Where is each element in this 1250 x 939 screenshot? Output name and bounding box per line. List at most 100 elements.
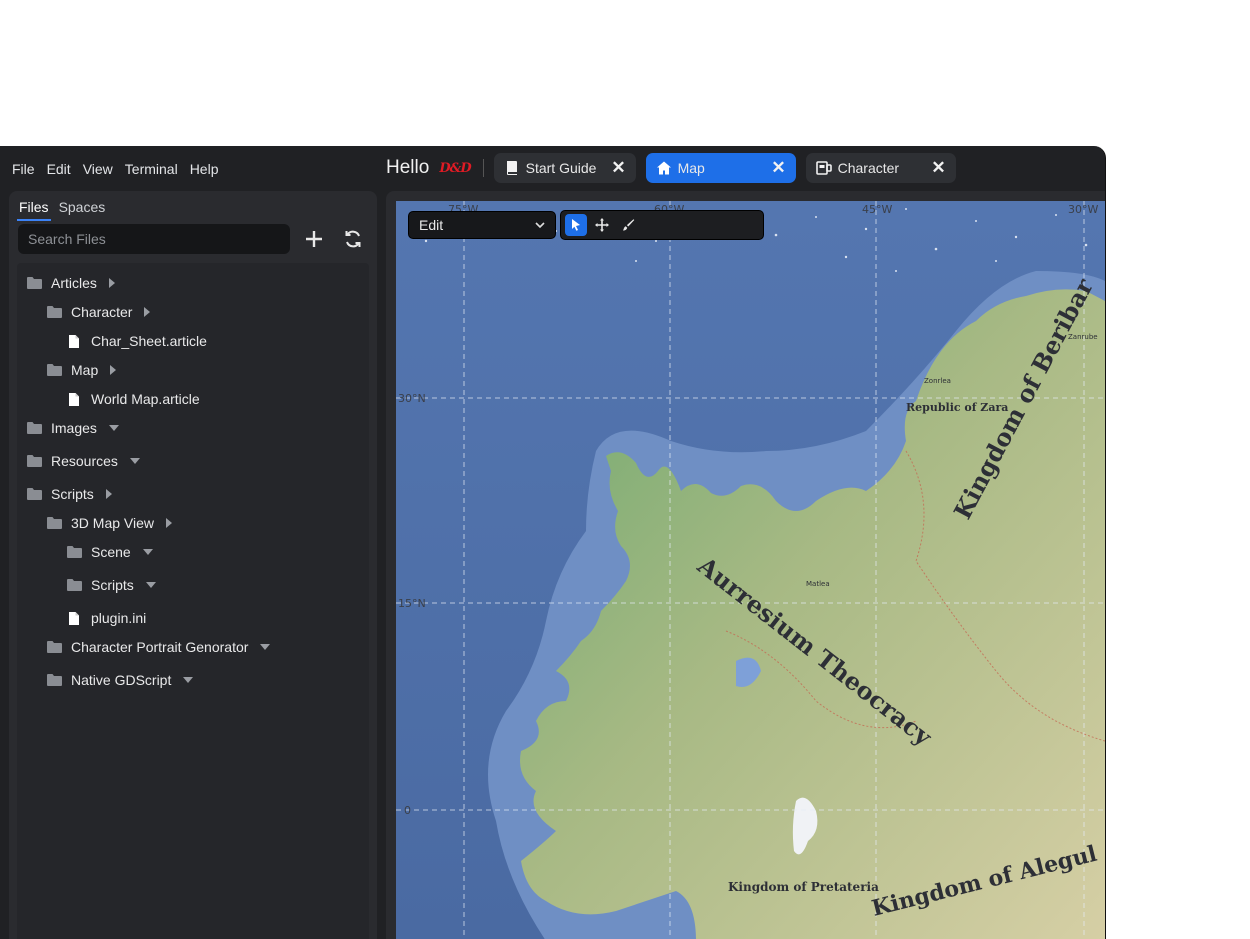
file-tree-label: 3D Map View [71,515,155,531]
close-icon[interactable]: ✕ [771,158,785,178]
mode-select-value: Edit [419,217,444,233]
file-tree-file[interactable]: Char_Sheet.article [65,330,207,352]
folder-icon [45,362,63,378]
menu-bar: File Edit View Terminal Help [0,146,392,192]
file-tree: Articles Character Char_Sheet.article Map Wo… [17,263,369,939]
file-icon [65,391,83,407]
dnd-logo: D&D [439,160,471,176]
caret-down-icon[interactable] [183,677,194,683]
lat-label-0: 0 [404,804,411,817]
caret-down-icon[interactable] [108,425,119,431]
tab-label: Start Guide [525,160,597,176]
home-icon [656,160,672,176]
file-tree-folder[interactable]: Scene [65,541,153,563]
mode-select[interactable]: Edit [408,211,556,239]
subtab-spaces[interactable]: Spaces [57,197,108,221]
folder-icon [25,275,43,291]
file-tree-label: Char_Sheet.article [91,333,207,349]
file-tree-label: Articles [51,275,97,291]
caret-down-icon[interactable] [129,458,140,464]
file-tree-label: Native GDScript [71,672,172,688]
city-matlea: Matlea [806,580,830,588]
tab-start-guide[interactable]: Start Guide ✕ [493,153,636,183]
folder-icon [25,453,43,469]
region-zara: Republic of Zara [906,401,1008,414]
caret-right-icon[interactable] [105,489,112,499]
refresh-button[interactable] [339,224,367,254]
city-zonrlea: Zonrlea [924,377,951,385]
caret-right-icon[interactable] [108,278,115,288]
caret-right-icon[interactable] [110,365,117,375]
close-icon[interactable]: ✕ [931,158,945,178]
world-map[interactable]: 75°W 60°W 45°W 30°W 30°N 15°N 0 Aurresiu… [396,201,1105,939]
caret-down-icon[interactable] [145,582,156,588]
tab-character[interactable]: Character ✕ [805,153,956,183]
chevron-down-icon [535,222,545,229]
file-tree-label: Scene [91,544,131,560]
file-tree-folder[interactable]: Resources [25,450,140,472]
brush-tool-button[interactable] [617,214,639,236]
folder-icon [25,420,43,436]
region-pretateria: Kingdom of Pretateria [728,880,879,894]
menu-file[interactable]: File [12,161,35,177]
folder-icon [25,486,43,502]
file-tree-folder[interactable]: Images [25,417,119,439]
file-tree-label: plugin.ini [91,610,147,626]
file-tree-file[interactable]: plugin.ini [65,607,146,629]
menu-help[interactable]: Help [190,161,219,177]
file-tree-label: Images [51,420,97,436]
brush-icon [623,219,635,231]
file-tree-folder[interactable]: Native GDScript [45,669,194,691]
move-icon [595,218,609,232]
select-tool-button[interactable] [565,214,587,236]
title-divider [482,159,484,177]
menu-edit[interactable]: Edit [47,161,71,177]
add-file-button[interactable] [300,224,328,254]
map-toolbar: Edit [408,210,764,240]
card-icon [815,160,832,176]
caret-right-icon[interactable] [166,518,173,528]
tab-label: Map [677,160,705,176]
caret-right-icon[interactable] [144,307,151,317]
menu-terminal[interactable]: Terminal [125,161,178,177]
caret-down-icon[interactable] [142,549,153,555]
folder-icon [45,304,63,320]
subtab-files[interactable]: Files [17,197,51,221]
book-icon [504,160,520,176]
tab-label: Character [837,160,900,176]
folder-icon [45,672,63,688]
file-tree-label: Map [71,362,99,378]
caret-down-icon[interactable] [260,644,271,650]
folder-icon [45,515,63,531]
map-panel: 75°W 60°W 45°W 30°W 30°N 15°N 0 Aurresiu… [386,191,1105,939]
sidebar-subtabs: Files Spaces [17,197,107,221]
refresh-icon [345,230,361,248]
file-tree-file[interactable]: World Map.article [65,388,200,410]
folder-icon [65,544,83,560]
tab-map[interactable]: Map ✕ [645,153,796,183]
lat-label-15n: 15°N [398,597,426,610]
close-icon[interactable]: ✕ [611,158,625,178]
file-tree-folder[interactable]: Map [45,359,117,381]
lon-label-30w: 30°W [1068,203,1098,216]
select-arrow-icon [572,219,580,231]
search-input[interactable] [18,224,290,254]
folder-icon [65,577,83,593]
folder-icon [45,639,63,655]
file-tree-label: Scripts [91,577,134,593]
file-tree-label: Character Portrait Genorator [71,639,249,655]
move-tool-button[interactable] [591,214,613,236]
file-tree-label: World Map.article [91,391,200,407]
file-tree-folder[interactable]: 3D Map View [45,512,173,534]
tool-group [560,210,764,240]
file-tree-folder[interactable]: Character Portrait Genorator [45,636,271,658]
lon-label-45w: 45°W [862,203,892,216]
map-canvas: 75°W 60°W 45°W 30°W 30°N 15°N 0 Aurresiu… [396,201,1105,939]
menu-view[interactable]: View [83,161,113,177]
file-icon [65,610,83,626]
app-window: File Edit View Terminal Help Hello D&D S… [0,146,1106,939]
file-tree-folder[interactable]: Scripts [25,483,112,505]
file-tree-folder[interactable]: Articles [25,272,115,294]
file-tree-folder[interactable]: Scripts [65,574,156,596]
file-tree-folder[interactable]: Character [45,301,151,323]
